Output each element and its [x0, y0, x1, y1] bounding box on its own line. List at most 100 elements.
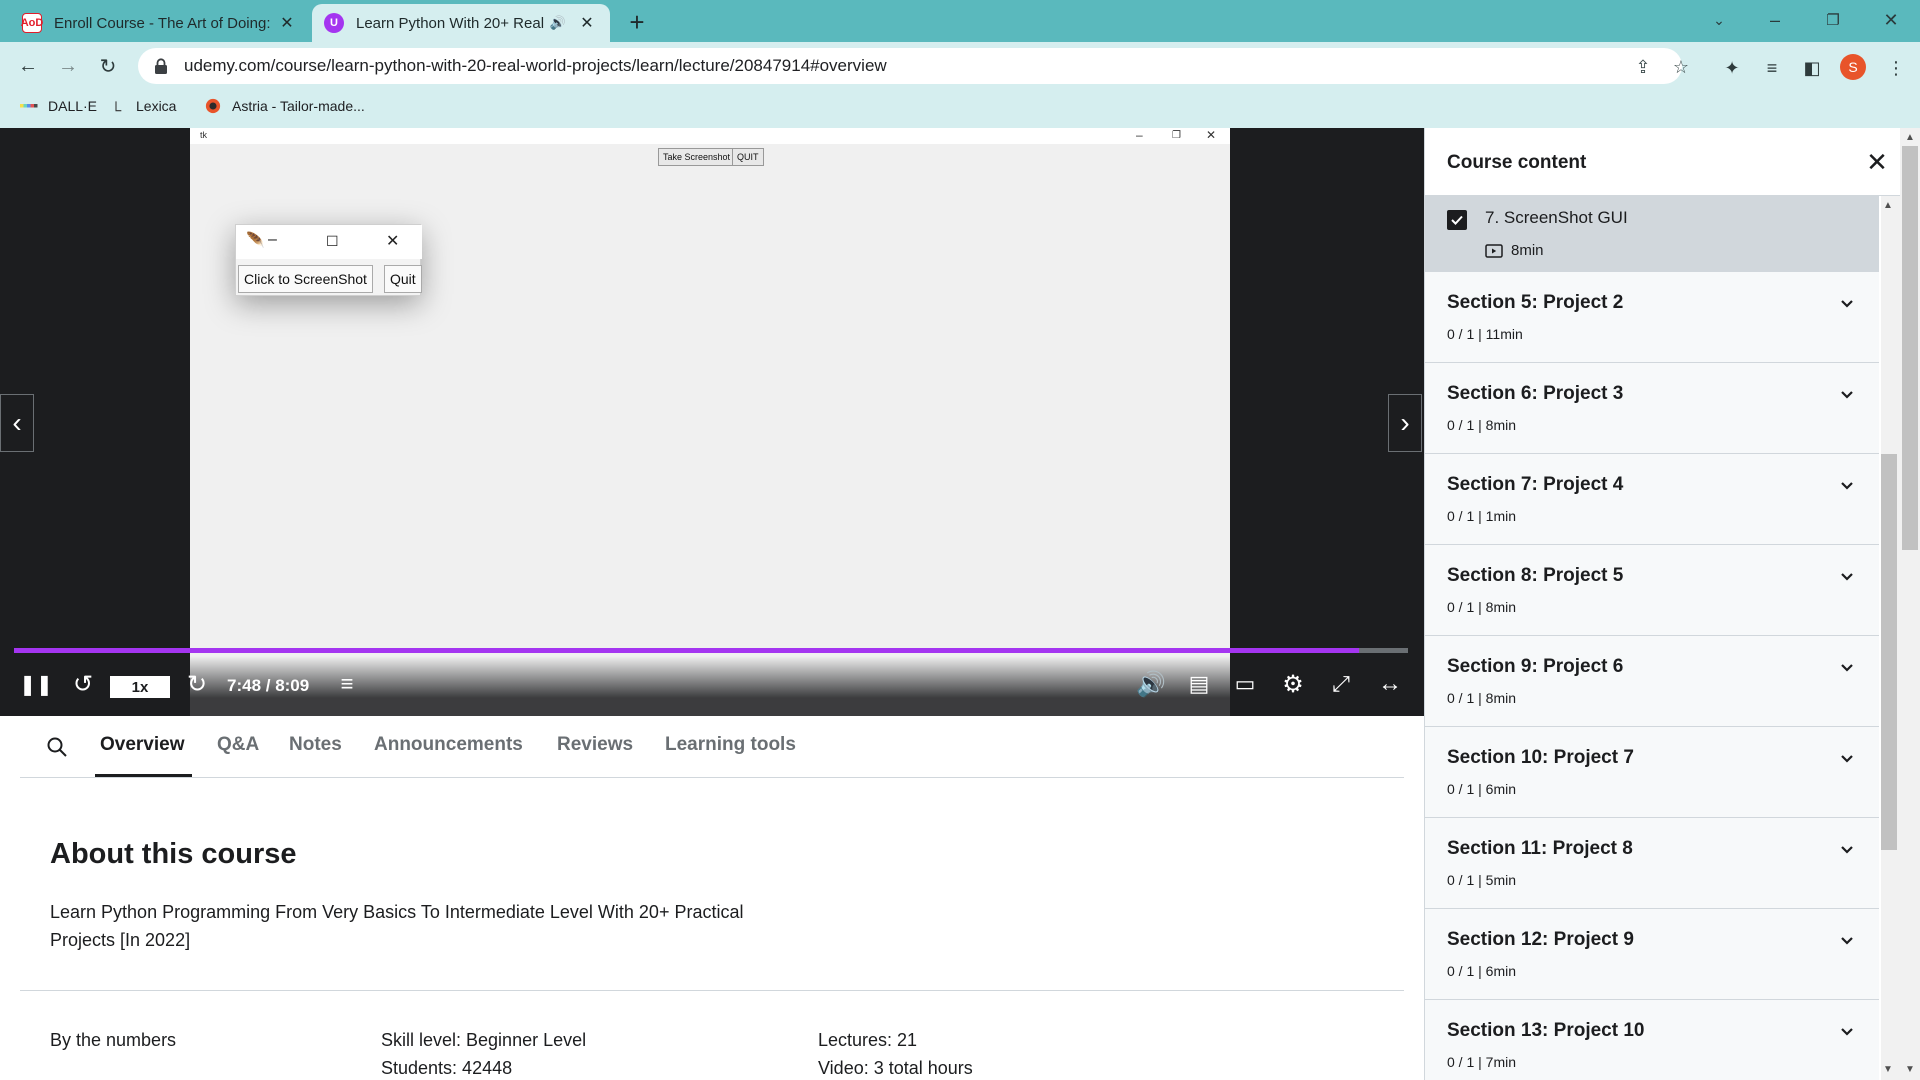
section-progress: 0 / 1 | 7min [1447, 1054, 1517, 1070]
chevron-down-icon[interactable] [1837, 1022, 1857, 1042]
scroll-down-icon[interactable]: ▼ [1883, 1064, 1893, 1075]
sidebar-scrollbar-thumb[interactable] [1881, 454, 1897, 850]
volume-icon[interactable]: 🔊 [1134, 668, 1168, 700]
minimize-window-icon[interactable]: – [1750, 0, 1800, 40]
chevron-down-icon[interactable] [1837, 294, 1857, 314]
lectures-count: Lectures: 21 [818, 1030, 918, 1050]
course-section-item[interactable]: Section 7: Project 4 0 / 1 | 1min [1425, 454, 1879, 545]
tk-minimize-icon: – [1136, 128, 1143, 142]
course-section-item[interactable]: Section 11: Project 8 0 / 1 | 5min [1425, 818, 1879, 909]
browser-menu-icon[interactable]: ⋮ [1882, 54, 1910, 82]
tab-learning-tools[interactable]: Learning tools [665, 734, 796, 756]
tab-qa[interactable]: Q&A [217, 734, 259, 756]
bookmark-lexica[interactable]: Lexica [114, 98, 176, 114]
bookmark-label: Astria - Tailor-made... [232, 98, 365, 114]
browser-tab-enroll-course[interactable]: AoD Enroll Course - The Art of Doing: ✕ [10, 4, 310, 42]
media-control-icon[interactable]: ≡ [1758, 54, 1786, 82]
lecture-duration-text: 8min [1511, 242, 1544, 259]
tab-announcements[interactable]: Announcements [374, 734, 523, 756]
back-icon[interactable]: ← [12, 50, 44, 82]
chevron-down-icon[interactable] [1837, 931, 1857, 951]
chevron-down-icon[interactable] [1837, 749, 1857, 769]
close-window-icon[interactable]: ✕ [1866, 0, 1916, 40]
share-icon[interactable]: ⇪ [1630, 54, 1656, 80]
pause-icon[interactable]: ❚❚ [19, 668, 53, 700]
page-scroll-down-icon[interactable]: ▼ [1905, 1064, 1915, 1075]
current-lecture-item[interactable]: 7. ScreenShot GUI 8min [1425, 196, 1879, 272]
progress-bar[interactable] [14, 648, 1408, 653]
tk-close-icon: ✕ [1206, 128, 1217, 142]
forward-icon[interactable]: ↻ [180, 668, 214, 700]
video-frame: tk – ❐ ✕ Take Screenshot QUIT 🪶 – ☐ ✕ Cl… [190, 128, 1230, 716]
udemy-favicon-icon: U [324, 13, 344, 33]
previous-lecture-button[interactable]: ‹ [0, 394, 34, 452]
expand-width-icon[interactable]: ↔ [1370, 668, 1410, 700]
tab-notes[interactable]: Notes [289, 734, 342, 756]
captions-icon[interactable]: ▭ [1228, 668, 1262, 700]
extensions-icon[interactable]: ✦ [1718, 54, 1746, 82]
profile-avatar[interactable]: S [1840, 54, 1866, 80]
bookmark-astria[interactable]: Astria - Tailor-made... [204, 98, 365, 114]
new-tab-icon[interactable]: + [622, 8, 652, 38]
tab-overview[interactable]: Overview [100, 734, 185, 756]
browser-tab-learn-python[interactable]: U Learn Python With 20+ Real 🔊 ✕ [312, 4, 610, 42]
add-note-icon[interactable]: ≡ [330, 668, 364, 700]
reload-icon[interactable]: ↻ [92, 50, 124, 82]
forward-icon[interactable]: → [52, 50, 84, 82]
course-section-item[interactable]: Section 12: Project 9 0 / 1 | 6min [1425, 909, 1879, 1000]
section-progress: 0 / 1 | 8min [1447, 599, 1517, 615]
settings-gear-icon[interactable]: ⚙ [1276, 668, 1310, 700]
page-scrollbar-thumb[interactable] [1902, 146, 1918, 550]
tab-audio-icon[interactable]: 🔊 [550, 15, 566, 31]
address-bar[interactable]: udemy.com/course/learn-python-with-20-re… [138, 48, 1682, 84]
rewind-icon[interactable]: ↺ [66, 668, 100, 700]
completed-checkbox[interactable] [1447, 210, 1467, 230]
lexica-icon [115, 101, 122, 112]
course-section-item[interactable]: Section 8: Project 5 0 / 1 | 8min [1425, 545, 1879, 636]
progress-fill [14, 648, 1360, 653]
tab-title: Enroll Course - The Art of Doing: [54, 14, 271, 32]
about-heading: About this course [50, 838, 297, 870]
transcript-icon[interactable]: ▤ [1182, 668, 1216, 700]
scroll-up-icon[interactable]: ▲ [1883, 200, 1893, 211]
course-content-sidebar: Course content ✕ 7. ScreenShot GUI 8min … [1424, 128, 1920, 1080]
checkmark-icon [1451, 215, 1463, 225]
course-section-item[interactable]: Section 6: Project 3 0 / 1 | 8min [1425, 363, 1879, 454]
popup-minimize-icon: – [268, 231, 277, 248]
chevron-down-icon[interactable] [1837, 476, 1857, 496]
content-stats: Lectures: 21 Video: 3 total hours [818, 1026, 973, 1080]
video-hours: Video: 3 total hours [818, 1058, 973, 1078]
tk-window-title: tk [200, 130, 208, 140]
chevron-down-icon[interactable] [1837, 840, 1857, 860]
bookmark-label: DALL·E [48, 98, 98, 114]
close-sidebar-icon[interactable]: ✕ [1861, 146, 1893, 178]
next-lecture-button[interactable]: › [1388, 394, 1422, 452]
skill-level: Skill level: Beginner Level [381, 1030, 587, 1050]
dalle-icon [20, 104, 38, 108]
active-tab-indicator [95, 774, 192, 777]
chevron-down-icon[interactable] [1837, 658, 1857, 678]
side-panel-icon[interactable]: ◧ [1798, 54, 1826, 82]
chevron-down-icon[interactable] [1837, 567, 1857, 587]
bookmark-star-icon[interactable]: ☆ [1668, 54, 1694, 80]
search-icon[interactable] [46, 736, 68, 758]
close-tab-icon[interactable]: ✕ [576, 12, 598, 34]
section-list: 7. ScreenShot GUI 8min Section 5: Projec… [1425, 196, 1879, 1080]
course-section-item[interactable]: Section 5: Project 2 0 / 1 | 11min [1425, 272, 1879, 363]
course-section-item[interactable]: Section 13: Project 10 0 / 1 | 7min [1425, 1000, 1879, 1080]
chevron-down-icon[interactable] [1837, 385, 1857, 405]
tab-reviews[interactable]: Reviews [557, 734, 633, 756]
course-section-item[interactable]: Section 10: Project 7 0 / 1 | 6min [1425, 727, 1879, 818]
fullscreen-icon[interactable]: ⤢ [1324, 668, 1358, 700]
course-section-item[interactable]: Section 9: Project 6 0 / 1 | 8min [1425, 636, 1879, 727]
section-progress: 0 / 1 | 8min [1447, 417, 1517, 433]
page-scroll-up-icon[interactable]: ▲ [1905, 132, 1915, 143]
tab-search-icon[interactable]: ⌄ [1694, 0, 1744, 40]
restore-window-icon[interactable]: ❐ [1808, 0, 1858, 40]
section-title: Section 5: Project 2 [1447, 292, 1624, 313]
close-tab-icon[interactable]: ✕ [276, 12, 298, 34]
playback-speed-button[interactable]: 1x [110, 676, 170, 698]
bookmark-dalle[interactable]: DALL·E [20, 98, 97, 114]
sidebar-header: Course content ✕ [1425, 128, 1920, 196]
video-player[interactable]: tk – ❐ ✕ Take Screenshot QUIT 🪶 – ☐ ✕ Cl… [0, 128, 1424, 716]
